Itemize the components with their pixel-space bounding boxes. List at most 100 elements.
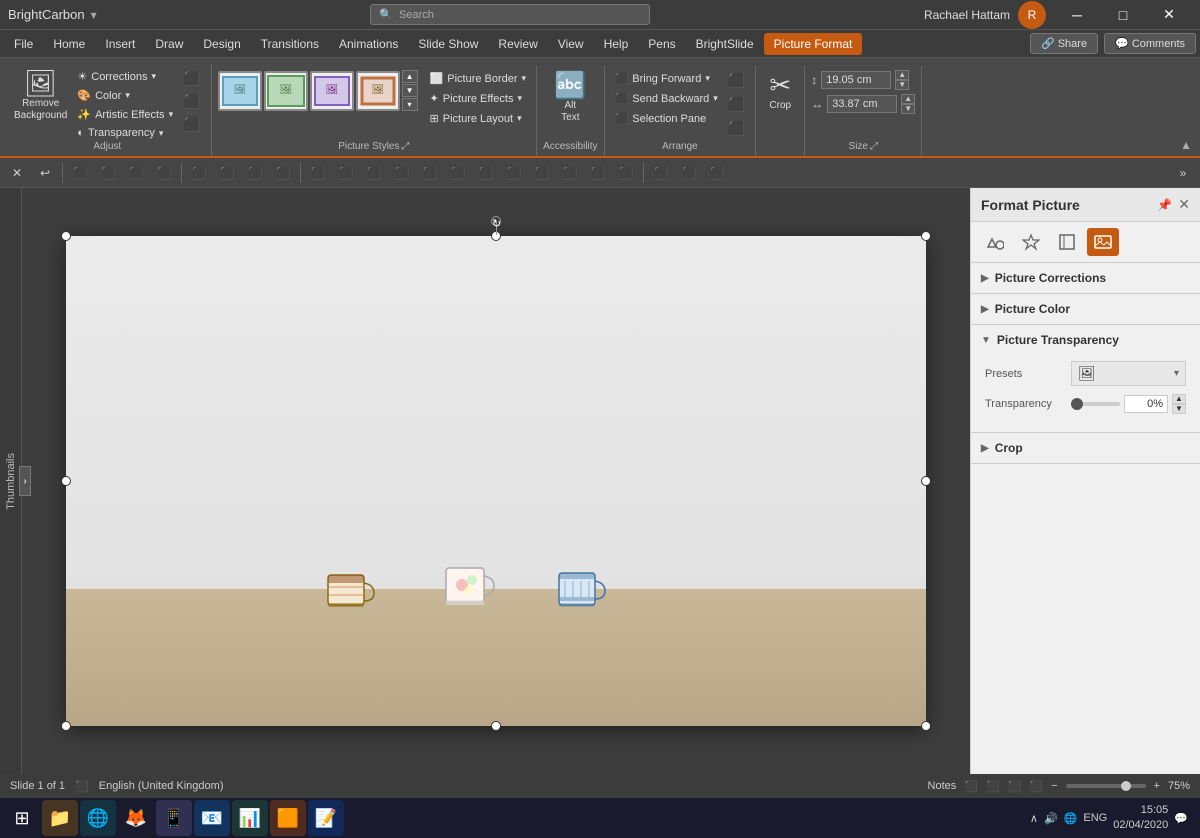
styles-expand-icon[interactable]: ⤢ — [401, 141, 409, 152]
presets-dropdown[interactable]: 🖼 ▾ — [1071, 361, 1186, 386]
start-button[interactable]: ⊞ — [4, 800, 40, 836]
width-down-button[interactable]: ▼ — [901, 104, 915, 114]
slide-panel-icon[interactable]: ⬛ — [75, 780, 89, 793]
sec-btn-3[interactable]: ⬛ — [123, 161, 149, 185]
sec-btn-16[interactable]: ⬛ — [501, 161, 527, 185]
menu-pens[interactable]: Pens — [638, 33, 685, 55]
close-button[interactable]: ✕ — [1146, 0, 1192, 30]
picture-border-button[interactable]: ⬜ Picture Border ▾ — [426, 70, 531, 87]
sec-btn-5[interactable]: ⬛ — [186, 161, 212, 185]
thumbnails-label[interactable]: Thumbnails — [5, 453, 17, 510]
sec-btn-6[interactable]: ⬛ — [214, 161, 240, 185]
reading-view-btn[interactable]: ⬛ — [1008, 780, 1022, 793]
sec-btn-10[interactable]: ⬛ — [333, 161, 359, 185]
taskbar-show-hidden[interactable]: ∧ — [1030, 812, 1038, 825]
align-button[interactable]: ⬛ — [724, 70, 749, 91]
sec-btn-15[interactable]: ⬛ — [473, 161, 499, 185]
taskbar-powerpoint[interactable]: 🟧 — [270, 800, 306, 836]
section-crop-header[interactable]: ▶ Crop — [971, 433, 1200, 463]
more-sec-btn[interactable]: » — [1170, 161, 1196, 185]
remove-background-button[interactable]: 🖼 RemoveBackground — [10, 68, 71, 124]
menu-brightslide[interactable]: BrightSlide — [686, 33, 764, 55]
share-button[interactable]: 🔗 Share — [1030, 33, 1098, 54]
sec-btn-13[interactable]: ⬛ — [417, 161, 443, 185]
picture-layout-button[interactable]: ⊞ Picture Layout ▾ — [426, 110, 531, 127]
taskbar-network-icon[interactable]: 🌐 — [1064, 812, 1078, 825]
search-box[interactable]: 🔍 Search — [370, 4, 650, 25]
style-thumb-3[interactable]: 🖼 — [310, 71, 354, 111]
rotate-handle[interactable]: ↻ — [491, 216, 501, 226]
taskbar-notifications[interactable]: 💬 — [1174, 812, 1188, 825]
height-input[interactable] — [821, 71, 891, 89]
taskbar-file-explorer[interactable]: 📁 — [42, 800, 78, 836]
minimize-button[interactable]: ─ — [1054, 0, 1100, 30]
thumbnails-toggle-button[interactable]: › — [19, 466, 31, 496]
style-scroll-down[interactable]: ▼ — [402, 84, 418, 97]
transparency-value-input[interactable] — [1124, 395, 1168, 413]
menu-help[interactable]: Help — [594, 33, 639, 55]
alt-text-button[interactable]: 🔤 AltText — [550, 70, 590, 126]
artistic-effects-button[interactable]: ✨ Artistic Effects ▾ — [73, 106, 177, 123]
sec-btn-20[interactable]: ⬛ — [613, 161, 639, 185]
section-corrections-header[interactable]: ▶ Picture Corrections — [971, 263, 1200, 293]
change-picture-button[interactable]: ⬛ — [179, 91, 204, 112]
width-up-button[interactable]: ▲ — [901, 94, 915, 104]
sec-btn-4[interactable]: ⬛ — [151, 161, 177, 185]
notes-button[interactable]: Notes — [928, 780, 957, 792]
sec-btn-12[interactable]: ⬛ — [389, 161, 415, 185]
taskbar-outlook[interactable]: 📧 — [194, 800, 230, 836]
selection-pane-button[interactable]: ⬛ Selection Pane — [611, 110, 722, 127]
collapse-ribbon-button[interactable]: ▲ — [1176, 134, 1196, 156]
menu-slideshow[interactable]: Slide Show — [408, 33, 488, 55]
close-sec-btn[interactable]: ✕ — [4, 161, 30, 185]
corrections-button[interactable]: ☀ Corrections ▾ — [73, 68, 177, 85]
sec-btn-11[interactable]: ⬛ — [361, 161, 387, 185]
transparency-button[interactable]: ◐ Transparency ▾ — [73, 125, 177, 141]
menu-design[interactable]: Design — [193, 33, 250, 55]
zoom-out-btn[interactable]: − — [1051, 780, 1057, 792]
reset-button[interactable]: ⬛ — [179, 114, 204, 135]
sec-btn-21[interactable]: ⬛ — [648, 161, 674, 185]
user-avatar[interactable]: R — [1018, 1, 1046, 29]
rotate-button[interactable]: ⬛ — [724, 118, 749, 139]
format-tab-size[interactable] — [1051, 228, 1083, 256]
menu-picture-format[interactable]: Picture Format — [764, 33, 863, 55]
sec-btn-8[interactable]: ⬛ — [270, 161, 296, 185]
sec-btn-17[interactable]: ⬛ — [529, 161, 555, 185]
taskbar-excel[interactable]: 📊 — [232, 800, 268, 836]
format-panel-pin[interactable]: 📌 — [1157, 198, 1172, 212]
sec-btn-7[interactable]: ⬛ — [242, 161, 268, 185]
sec-btn-1[interactable]: ⬛ — [67, 161, 93, 185]
bring-forward-button[interactable]: ⬛ Bring Forward ▾ — [611, 70, 722, 87]
taskbar-chrome[interactable]: 🌐 — [80, 800, 116, 836]
style-scroll-up[interactable]: ▲ — [402, 70, 418, 83]
color-button[interactable]: 🎨 Color ▾ — [73, 87, 177, 104]
zoom-level[interactable]: 75% — [1168, 780, 1190, 792]
taskbar-teams[interactable]: 📱 — [156, 800, 192, 836]
format-tab-effects-panel[interactable] — [1015, 228, 1047, 256]
taskbar-word[interactable]: 📝 — [308, 800, 344, 836]
restore-button[interactable]: □ — [1100, 0, 1146, 30]
style-thumb-4[interactable]: 🖼 — [356, 71, 400, 111]
menu-draw[interactable]: Draw — [145, 33, 193, 55]
height-up-button[interactable]: ▲ — [895, 70, 909, 80]
style-scroll-more[interactable]: ▾ — [402, 98, 418, 111]
transparency-up-btn[interactable]: ▲ — [1172, 394, 1186, 404]
menu-review[interactable]: Review — [488, 33, 547, 55]
format-tab-fill[interactable] — [979, 228, 1011, 256]
slide-sorter-btn[interactable]: ⬛ — [986, 780, 1000, 793]
menu-transitions[interactable]: Transitions — [251, 33, 329, 55]
format-panel-close[interactable]: ✕ — [1178, 196, 1190, 213]
send-backward-button[interactable]: ⬛ Send Backward ▾ — [611, 90, 722, 107]
transparency-slider[interactable] — [1071, 402, 1120, 406]
style-thumb-2[interactable]: 🖼 — [264, 71, 308, 111]
sec-btn-23[interactable]: ⬛ — [704, 161, 730, 185]
menu-view[interactable]: View — [548, 33, 594, 55]
section-transparency-header[interactable]: ▼ Picture Transparency — [971, 325, 1200, 355]
comments-button[interactable]: 💬 Comments — [1104, 33, 1196, 54]
crop-button[interactable]: ✂ Crop — [762, 70, 798, 114]
picture-effects-button[interactable]: ✦ Picture Effects ▾ — [426, 90, 531, 107]
slide-canvas[interactable]: ↻ — [66, 236, 926, 726]
sec-btn-14[interactable]: ⬛ — [445, 161, 471, 185]
group-button[interactable]: ⬛ — [724, 94, 749, 115]
